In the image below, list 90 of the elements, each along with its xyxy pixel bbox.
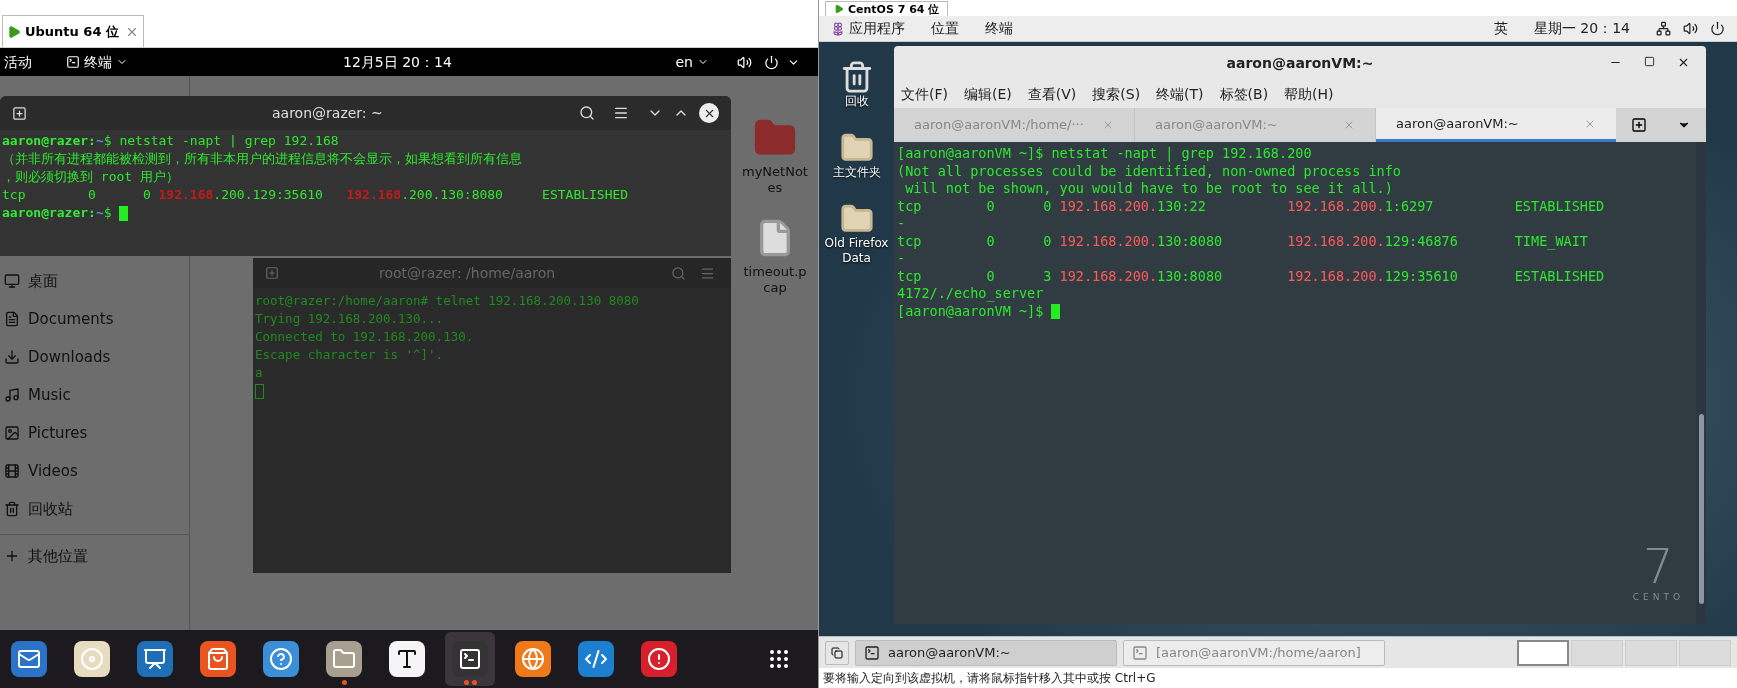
- sidebar-item[interactable]: Music: [0, 376, 189, 414]
- terminal-app-icon[interactable]: [445, 632, 495, 686]
- terminal-line: tcp 0 0 192.168.200.129:35610 192.168.200.130:8080 ESTABLISHED: [2, 186, 629, 204]
- close-icon[interactable]: [1677, 56, 1690, 69]
- power-icon[interactable]: [764, 54, 779, 70]
- picture-icon: [4, 425, 20, 441]
- clock[interactable]: 12月5日 20：14: [343, 51, 452, 73]
- clock[interactable]: 星期一 20：14: [1533, 18, 1630, 39]
- volume-icon[interactable]: [737, 54, 752, 70]
- activities-button[interactable]: 活动: [4, 51, 64, 73]
- windows-icon: [831, 646, 843, 659]
- status-message: 要将输入定向到该虚拟机，请将鼠标指针移入其中或按 Ctrl+G: [823, 670, 1156, 687]
- show-desktop-button[interactable]: [825, 640, 849, 665]
- play-icon: [7, 24, 21, 39]
- terminal-line: Connected to 192.168.200.130.: [255, 328, 474, 346]
- input-method-indicator[interactable]: 英: [1493, 18, 1508, 39]
- sidebar-item[interactable]: Downloads: [0, 338, 189, 376]
- terminal-line: -: [897, 215, 906, 233]
- terminal-line: will not be shown, you would have to be root to see it all.): [904, 180, 1393, 198]
- power-icon[interactable]: [1710, 21, 1725, 36]
- menu-item[interactable]: 搜索(S): [1092, 83, 1141, 105]
- new-tab-icon[interactable]: [1631, 117, 1647, 133]
- logo-word: CENTO: [1632, 590, 1684, 604]
- window-title: root@razer: /home/aaron: [379, 263, 556, 283]
- panel-menu[interactable]: 位置: [931, 18, 959, 39]
- terminal-line: ，则必须切换到 root 用户）: [2, 168, 179, 186]
- desktop-item[interactable]: Old Firefox Data: [821, 202, 892, 266]
- sidebar-item[interactable]: Documents: [0, 300, 189, 338]
- app-menu[interactable]: 终端: [66, 51, 128, 73]
- search-icon[interactable]: [579, 105, 595, 121]
- scrollbar[interactable]: [1698, 414, 1704, 604]
- sidebar-item[interactable]: 其他位置: [0, 537, 189, 575]
- terminal-icon: [1132, 644, 1148, 661]
- terminal-line: tcp 0 0 192.168.200.130:22 192.168.200.1:6297 ESTABLISHED: [897, 197, 1605, 215]
- menu-item[interactable]: 帮助(H): [1284, 83, 1334, 105]
- terminal-icon: [864, 644, 880, 661]
- terminal-line: tcp 0 3 192.168.200.130:8080 192.168.200.129:35610 ESTABLISHED: [897, 267, 1605, 285]
- maximize-icon[interactable]: [1644, 56, 1655, 67]
- terminal-line: 4172/./echo_server: [897, 285, 1044, 303]
- terminal-line: [aaron@aaronVM ~]$ netstat -napt | grep 192.168.200: [897, 145, 1312, 163]
- terminal-line: root@razer:/home/aaron# telnet 192.168.200.130 8080: [255, 292, 639, 310]
- desktop-item[interactable]: 回收: [821, 60, 892, 109]
- file-item[interactable]: timeout.pcap: [740, 216, 810, 296]
- sidebar-item[interactable]: Videos: [0, 452, 189, 490]
- menu-item[interactable]: 终端(T): [1156, 83, 1204, 105]
- download-icon: [4, 349, 20, 365]
- task-button[interactable]: aaron@aaronVM:~: [855, 639, 1117, 666]
- sidebar-item[interactable]: Pictures: [0, 414, 189, 452]
- sidebar-item[interactable]: 桌面: [0, 262, 189, 300]
- menu-item[interactable]: 查看(V): [1027, 83, 1077, 105]
- menu-icon[interactable]: [613, 105, 629, 121]
- file-item[interactable]: myNetNotes: [740, 116, 810, 196]
- document-icon: [4, 311, 20, 327]
- terminal-line: Trying 192.168.200.130...: [255, 310, 444, 328]
- terminal-line: tcp 0 0 192.168.200.130:8080 192.168.200.129:46876 TIME_WAIT: [897, 232, 1588, 250]
- panel-menu[interactable]: 终端: [985, 18, 1013, 39]
- network-icon[interactable]: [1656, 21, 1671, 36]
- volume-icon[interactable]: [1683, 21, 1698, 36]
- terminal-icon: [66, 55, 80, 69]
- desktop-item[interactable]: 主文件夹: [821, 131, 892, 180]
- terminal-line: aaron@razer:~$ netstat -napt | grep 192.168: [2, 132, 339, 150]
- film-icon: [4, 463, 20, 479]
- tab-title: CentOS 7 64 位: [848, 2, 940, 16]
- menu-item[interactable]: 编辑(E): [964, 83, 1012, 105]
- terminal-line: (Not all processes could be identified, non-owned process info: [897, 162, 1401, 180]
- terminal-line: Escape character is '^]'.: [255, 346, 444, 364]
- desktop-icon: [4, 273, 20, 289]
- panel-menu[interactable]: 应用程序: [831, 18, 905, 39]
- terminal-line: [aaron@aaronVM ~]$: [897, 302, 1061, 320]
- terminal-line: a: [255, 364, 263, 382]
- vm-tab[interactable]: Ubuntu 64 位: [2, 15, 144, 47]
- logo-number: 7: [1643, 540, 1674, 591]
- sidebar-item[interactable]: 回收站: [0, 490, 189, 528]
- terminal-tab[interactable]: aaron@aaronVM:~: [1376, 108, 1616, 142]
- play-icon: [834, 4, 844, 14]
- terminal-line: （并非所有进程都能被检测到，所有非本用户的进程信息将不会显示，如果想看到所有信息: [2, 150, 522, 168]
- menu-item[interactable]: 标签(B): [1219, 83, 1269, 105]
- flower-icon: [831, 21, 845, 36]
- plus-icon: [4, 548, 20, 564]
- tab-title: Ubuntu 64 位: [25, 22, 119, 41]
- input-method-menu[interactable]: en: [675, 51, 709, 73]
- window-title: aaron@aaronVM:~: [1226, 53, 1374, 73]
- music-note-icon: [4, 387, 20, 403]
- terminal-line: aaron@razer:~$: [2, 204, 129, 222]
- menu-item[interactable]: 文件(F): [901, 83, 948, 105]
- terminal-line: -: [897, 250, 906, 268]
- close-button[interactable]: [699, 103, 719, 123]
- workspace-button[interactable]: [1517, 639, 1569, 666]
- window-title: aaron@razer: ~: [272, 103, 383, 123]
- trash-icon: [4, 501, 20, 517]
